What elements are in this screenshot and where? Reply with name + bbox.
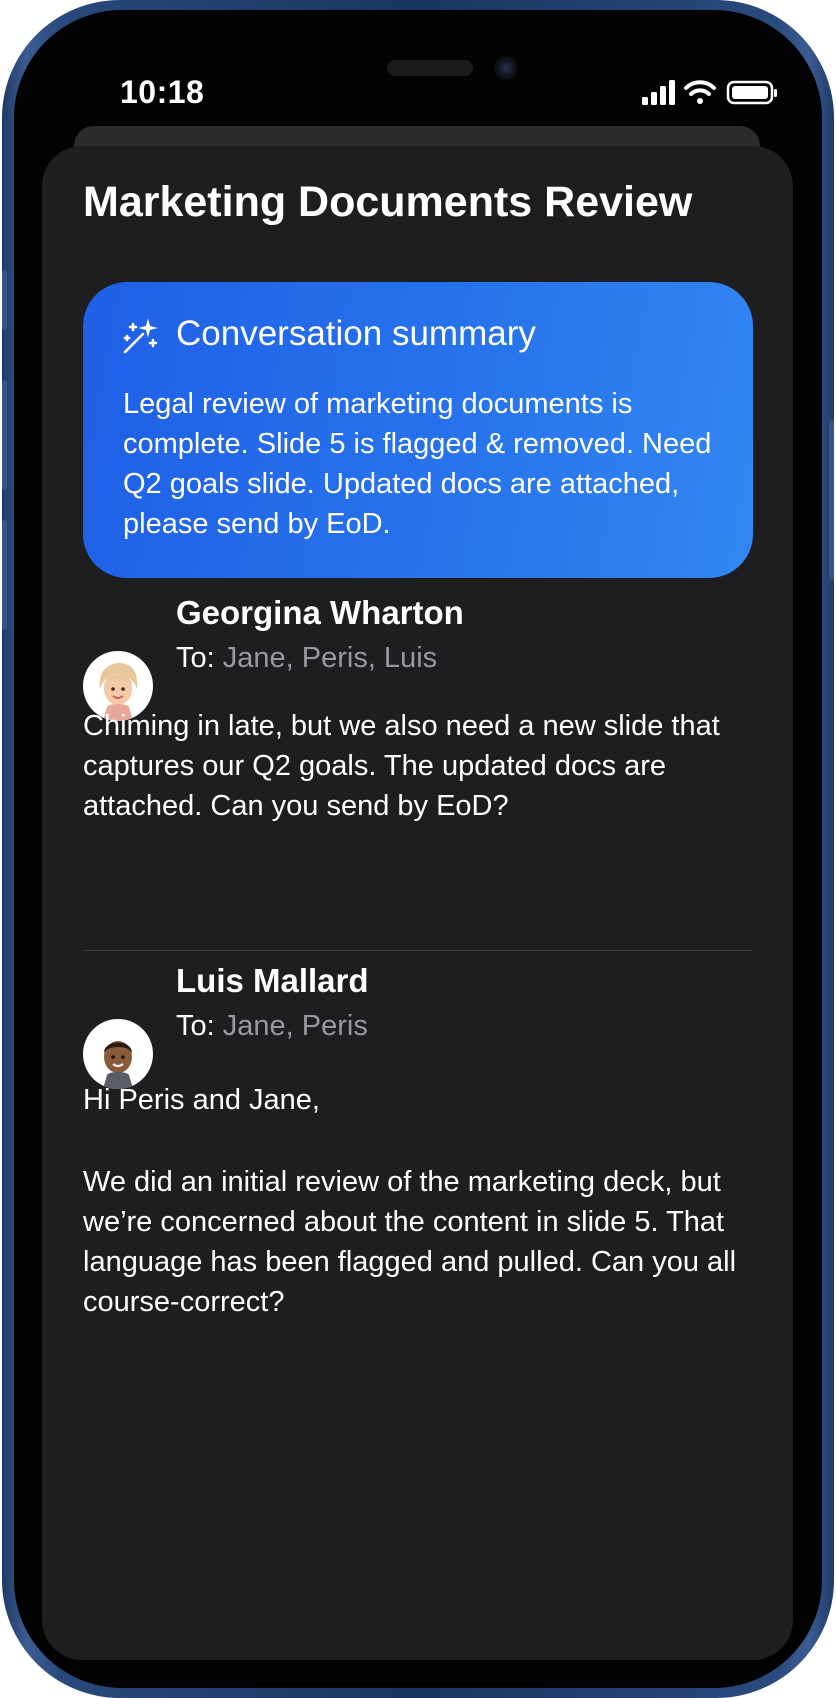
thread-title: Marketing Documents Review [83, 178, 693, 226]
message-body: Chiming in late, but we also need a new … [83, 710, 720, 822]
avatar[interactable] [83, 1019, 153, 1089]
divider [83, 950, 753, 951]
thread-sheet[interactable]: Marketing Documents Review Conversation … [42, 146, 793, 1660]
recipients-line: To: Jane, Peris, Luis [176, 642, 437, 675]
power-button [829, 420, 834, 580]
sender-name: Georgina Wharton [176, 594, 464, 631]
wifi-icon [684, 80, 716, 104]
message-greeting: Hi Peris and Jane, [83, 1084, 320, 1116]
dynamic-island [387, 60, 473, 76]
conversation-summary-card[interactable]: Conversation summary Legal review of mar… [83, 282, 753, 578]
message-body: We did an initial review of the marketin… [83, 1166, 737, 1318]
volume-up-button [2, 380, 7, 490]
sparkles-icon [121, 318, 159, 361]
recipient-names[interactable]: Jane, Peris [223, 1010, 368, 1042]
silent-switch [2, 270, 7, 330]
to-label: To: [176, 642, 215, 674]
summary-text: Legal review of marketing documents is c… [123, 388, 712, 540]
recipient-names[interactable]: Jane, Peris, Luis [223, 642, 437, 674]
front-camera [494, 56, 518, 80]
cellular-signal-icon [642, 80, 675, 105]
status-time: 10:18 [120, 74, 205, 110]
to-label: To: [176, 1010, 215, 1042]
battery-icon [726, 80, 777, 105]
summary-title: Conversation summary [176, 314, 536, 353]
status-icons [642, 80, 780, 111]
volume-down-button [2, 520, 7, 630]
recipients-line: To: Jane, Peris [176, 1010, 368, 1043]
sender-name: Luis Mallard [176, 962, 369, 999]
